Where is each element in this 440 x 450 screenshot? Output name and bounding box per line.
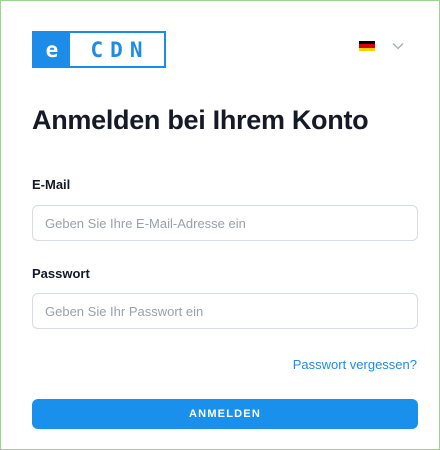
forgot-password-link[interactable]: Passwort vergessen? (293, 357, 417, 372)
email-field[interactable] (32, 205, 418, 241)
logo-letter: e (34, 33, 70, 66)
password-label: Passwort (32, 266, 90, 281)
language-selector[interactable] (359, 41, 404, 51)
ecdn-logo: e CDN (32, 31, 166, 68)
email-label: E-Mail (32, 177, 71, 192)
password-field[interactable] (32, 293, 418, 329)
de-flag-icon (359, 41, 375, 51)
login-button[interactable]: ANMELDEN (32, 399, 418, 429)
page-title: Anmelden bei Ihrem Konto (32, 105, 369, 135)
chevron-down-icon (392, 43, 404, 50)
logo-text: CDN (90, 37, 150, 62)
login-panel: e CDN Anmelden bei Ihrem Konto E-Mail Pa… (0, 0, 440, 450)
